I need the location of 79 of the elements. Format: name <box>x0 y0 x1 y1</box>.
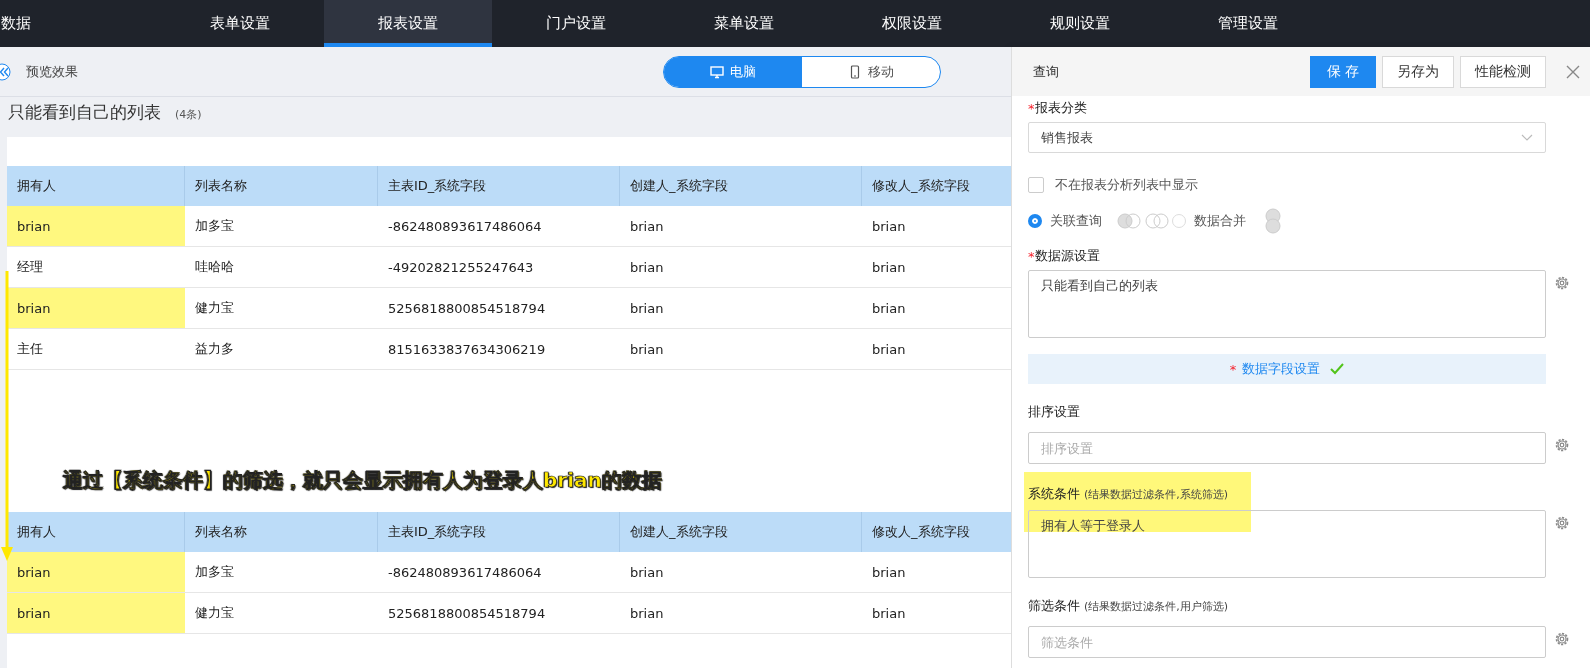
category-dropdown[interactable]: 销售报表 <box>1028 122 1546 153</box>
phone-icon <box>848 64 862 79</box>
list-title: 只能看到自己的列表 <box>8 101 161 124</box>
device-tab[interactable]: 移动 <box>802 56 940 87</box>
back-icon[interactable] <box>0 62 14 81</box>
field-label: 系统条件 (结果数据过滤条件,系统筛选) <box>1028 485 1230 503</box>
table-cell-text: brian <box>871 340 907 359</box>
table-cell-text: 加多宝 <box>194 563 235 581</box>
nav-tab[interactable]: 权限设置 <box>828 0 996 47</box>
column-header: 主表ID_系统字段 <box>378 166 620 206</box>
column-header: 主表ID_系统字段 <box>378 512 620 552</box>
checkbox[interactable] <box>1028 177 1044 193</box>
close-icon[interactable] <box>1566 64 1580 79</box>
datasource-textarea[interactable]: 只能看到自己的列表 <box>1028 270 1546 338</box>
table-cell-text: 8151633837634306219 <box>387 340 547 359</box>
table-cell-text: brian <box>629 604 665 623</box>
table-cell-text: brian <box>871 563 907 582</box>
table-cell-text: 健力宝 <box>194 604 235 622</box>
nav-tab[interactable]: 管理设置 <box>1164 0 1332 47</box>
settings-icon[interactable] <box>1554 275 1570 291</box>
table-cell-text: 加多宝 <box>194 217 235 235</box>
table-cell-text: brian <box>629 258 665 277</box>
column-header: 列表名称 <box>185 512 378 552</box>
settings-icon[interactable] <box>1554 631 1570 647</box>
table-cell-text: brian <box>871 217 907 236</box>
table-cell-text: brian <box>871 258 907 277</box>
table-cell-text: 5256818800854518794 <box>387 604 547 623</box>
nav-tab[interactable]: 规则设置 <box>996 0 1164 47</box>
sort-textarea[interactable]: 排序设置 <box>1028 432 1546 464</box>
device-tab[interactable]: 电脑 <box>664 56 802 87</box>
checkbox-label: 不在报表分析列表中显示 <box>1055 176 1198 194</box>
table-cell-text: brian <box>629 340 665 359</box>
nav-tab[interactable]: 报表设置 <box>324 0 492 47</box>
preview-title: 预览效果 <box>26 62 78 81</box>
radio-button[interactable] <box>1028 214 1042 228</box>
filter-textarea[interactable]: 筛选条件 <box>1028 626 1546 658</box>
table-cell-text: 5256818800854518794 <box>387 299 547 318</box>
table-cell: brian <box>7 552 185 592</box>
monitor-icon <box>710 64 724 79</box>
field-label: 排序设置 <box>1028 403 1081 421</box>
toolbar-button[interactable]: 性能检测 <box>1460 55 1546 88</box>
nav-tab[interactable]: 菜单设置 <box>660 0 828 47</box>
table-cell-text: -862480893617486064 <box>387 217 543 236</box>
column-header: 列表名称 <box>185 166 378 206</box>
table-cell-text: brian <box>871 604 907 623</box>
chevron-down-icon <box>1521 133 1533 142</box>
table-cell: brian <box>7 288 185 328</box>
radio-label: 数据合并 <box>1194 212 1246 230</box>
column-header: 创建人_系统字段 <box>620 512 862 552</box>
condition-textarea[interactable]: 拥有人等于登录人 <box>1028 510 1546 578</box>
table-cell-text: -862480893617486064 <box>387 563 543 582</box>
field-label: *报表分类 <box>1028 99 1088 118</box>
table-cell: brian <box>7 593 185 633</box>
table-cell-text: 益力多 <box>194 340 235 358</box>
table-cell-text: 经理 <box>16 258 44 276</box>
record-count: (4条) <box>175 107 202 122</box>
field-label: *数据源设置 <box>1028 247 1101 266</box>
radio-label: 关联查询 <box>1050 212 1102 230</box>
nav-tab[interactable]: 表单设置 <box>156 0 324 47</box>
field-settings-bar[interactable]: * 数据字段设置 <box>1028 354 1546 384</box>
nav-tab[interactable]: 数据 <box>0 0 156 47</box>
table-cell: brian <box>7 206 185 246</box>
column-header: 创建人_系统字段 <box>620 166 862 206</box>
table-cell-text: 健力宝 <box>194 299 235 317</box>
annotation-text: 通过【系统条件】的筛选，就只会显示拥有人为登录人brian的数据 <box>63 467 662 494</box>
settings-icon[interactable] <box>1554 437 1570 453</box>
toolbar-button[interactable]: 另存为 <box>1382 55 1454 88</box>
table-cell-text: brian <box>629 299 665 318</box>
field-label: 筛选条件 (结果数据过滤条件,用户筛选) <box>1028 597 1230 615</box>
table-cell-text: -49202821255247643 <box>387 258 535 277</box>
table-cell-text: 哇哈哈 <box>194 258 235 276</box>
table-cell-text: 主任 <box>16 340 44 358</box>
panel-title: 查询 <box>1033 62 1059 81</box>
settings-icon[interactable] <box>1554 515 1570 531</box>
nav-tab[interactable]: 门户设置 <box>492 0 660 47</box>
table-cell-text: brian <box>629 563 665 582</box>
table-cell-text: brian <box>871 299 907 318</box>
toolbar-button[interactable]: 保 存 <box>1309 55 1376 88</box>
table-cell-text: brian <box>629 217 665 236</box>
